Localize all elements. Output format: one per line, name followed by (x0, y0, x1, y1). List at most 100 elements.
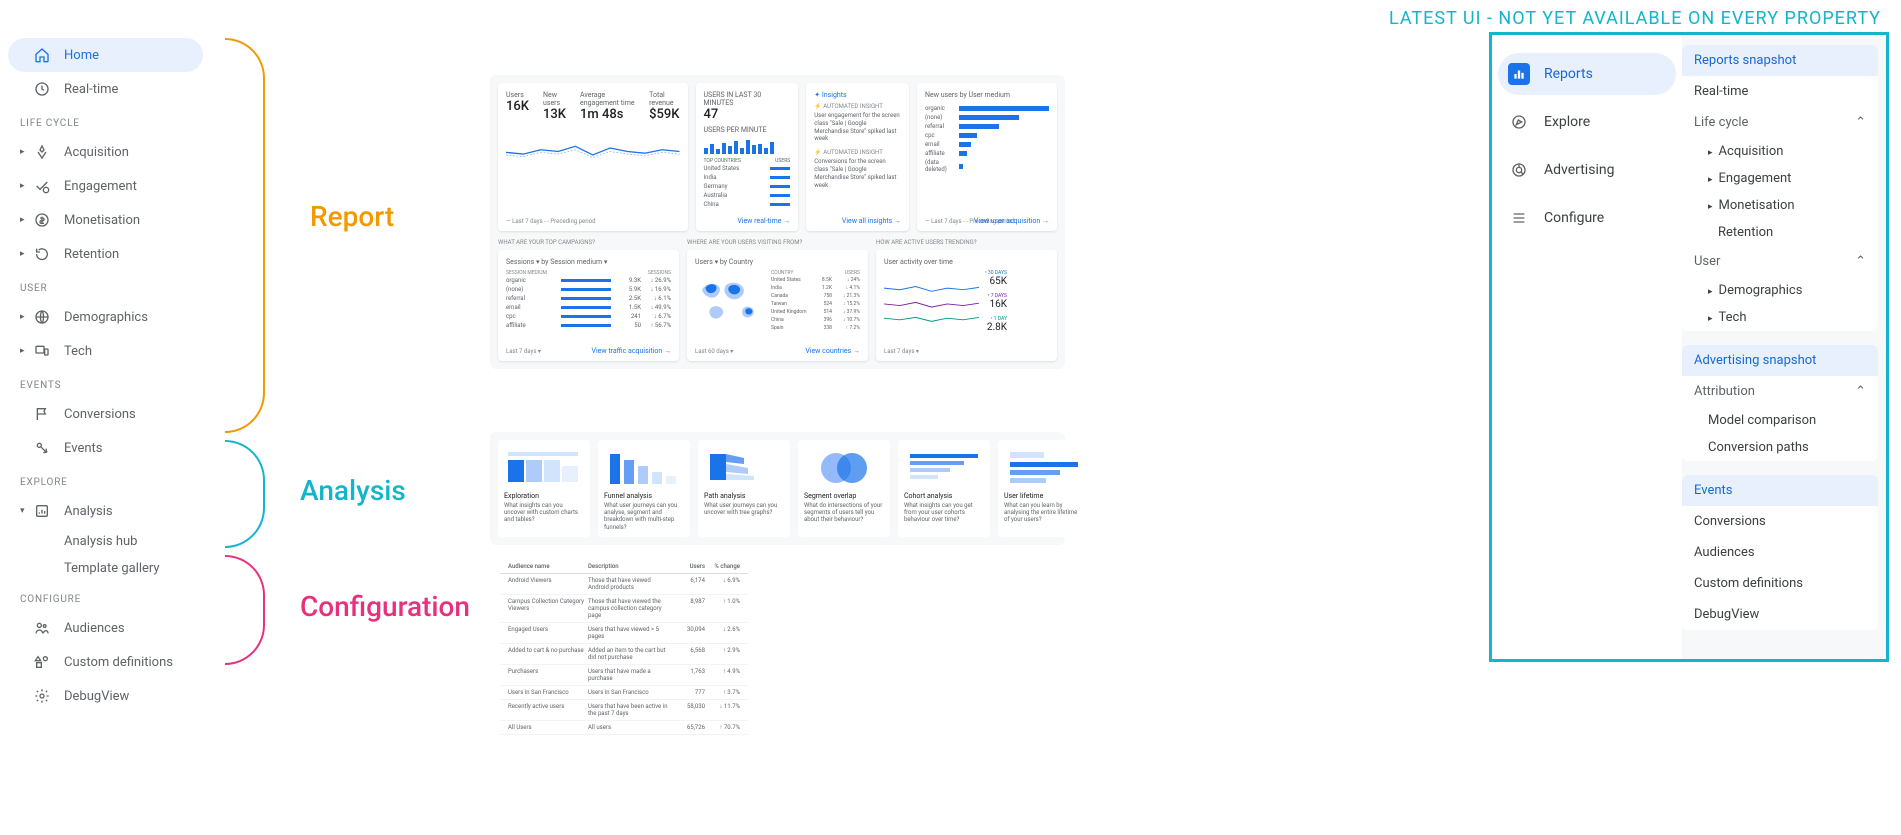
sub-item-audiences[interactable]: Audiences (1682, 537, 1878, 568)
engagement-icon (32, 176, 52, 196)
sidebar-item-demographics[interactable]: ▸ Demographics (8, 300, 203, 334)
sidebar-subitem-analysis-hub[interactable]: Analysis hub (8, 528, 203, 555)
sparkline-chart (506, 128, 680, 168)
caret-icon: ▸ (1708, 175, 1713, 185)
sub-item-conversion-paths[interactable]: Conversion paths (1682, 434, 1878, 461)
session-row: organic9.3K↓ 26.9% (506, 276, 671, 285)
main-nav-advertising[interactable]: Advertising (1498, 149, 1676, 191)
sub-item-monetisation[interactable]: ▸Monetisation (1682, 192, 1878, 219)
analysis-card[interactable]: Cohort analysisWhat insights can you get… (898, 440, 990, 537)
sub-group-attribution[interactable]: Attribution ⌃ (1682, 376, 1878, 407)
sidebar-item-label: Home (64, 48, 99, 63)
sub-item-custom-definitions[interactable]: Custom definitions (1682, 568, 1878, 599)
sub-head-reports-snapshot[interactable]: Reports snapshot (1682, 45, 1878, 76)
sub-item-demographics[interactable]: ▸Demographics (1682, 277, 1878, 304)
megaphone-icon (1508, 159, 1530, 181)
devices-icon (32, 341, 52, 361)
latest-ui-panel: Reports Explore Advertising Configure Re… (1489, 32, 1889, 662)
sub-item-conversions[interactable]: Conversions (1682, 506, 1878, 537)
view-realtime-link[interactable]: View real-time → (737, 217, 790, 225)
analysis-card[interactable]: Segment overlapWhat do intersections of … (798, 440, 890, 537)
analysis-card[interactable]: Funnel analysisWhat user journeys can yo… (598, 440, 690, 537)
config-row: Campus Collection Category ViewersThose … (500, 595, 748, 623)
caret-down-icon: ▾ (20, 506, 28, 516)
chevron-up-icon: ⌃ (1855, 384, 1866, 399)
geo-row: Canada758↓ 21.3% (771, 292, 860, 300)
sidebar-item-tech[interactable]: ▸ Tech (8, 334, 203, 368)
list-icon (1508, 207, 1530, 229)
sub-item-engagement[interactable]: ▸Engagement (1682, 165, 1878, 192)
metric: Total revenue$59K (649, 91, 679, 122)
sub-group-lifecycle[interactable]: Life cycle ⌃ (1682, 107, 1878, 138)
bracket-analysis (225, 440, 265, 548)
caret-icon: ▸ (1708, 148, 1713, 158)
nav-label: Reports (1544, 66, 1593, 82)
globe-icon (32, 307, 52, 327)
acquisition-bar-row: referral (925, 123, 1049, 130)
main-nav-reports[interactable]: Reports (1498, 53, 1676, 95)
sidebar-item-events[interactable]: Events (8, 431, 203, 465)
country-row: India (704, 173, 791, 182)
view-insights-link[interactable]: View all insights → (842, 217, 901, 225)
config-row: Recently active usersUsers that have bee… (500, 700, 748, 721)
sessions-card: Sessions ▾ by Session medium ▾ SESSION M… (498, 250, 679, 361)
realtime-card: USERS IN LAST 30 MINUTES 47 USERS PER MI… (696, 83, 799, 231)
caret-icon: ▸ (20, 249, 28, 259)
view-traffic-link[interactable]: View traffic acquisition → (591, 347, 671, 355)
config-row: PurchasersUsers that have made a purchas… (500, 665, 748, 686)
analysis-card[interactable]: User lifetimeWhat can you learn by analy… (998, 440, 1090, 537)
sidebar-item-acquisition[interactable]: ▸ Acquisition (8, 135, 203, 169)
sidebar-item-monetisation[interactable]: ▸ Monetisation (8, 203, 203, 237)
sidebar-item-retention[interactable]: ▸ Retention (8, 237, 203, 271)
label-report: Report (310, 200, 394, 233)
sidebar-item-realtime[interactable]: Real-time (8, 72, 203, 106)
caret-icon: ▸ (1708, 287, 1713, 297)
country-row: Australia (704, 191, 791, 200)
analysis-card[interactable]: ExplorationWhat insights can you uncover… (498, 440, 590, 537)
label-analysis: Analysis (300, 474, 406, 507)
sub-section-advertising: Advertising snapshot Attribution ⌃ Model… (1682, 345, 1878, 461)
view-acquisition-link[interactable]: View user acquisition → (974, 217, 1049, 225)
analysis-icon (32, 501, 52, 521)
sidebar-subitem-template-gallery[interactable]: Template gallery (8, 555, 203, 582)
sub-head-events[interactable]: Events (1682, 475, 1878, 506)
section-configure: CONFIGURE (8, 582, 203, 611)
config-preview: Audience name Description Users % change… (500, 560, 748, 735)
sub-item-acquisition[interactable]: ▸Acquisition (1682, 138, 1878, 165)
sub-group-user[interactable]: User ⌃ (1682, 246, 1878, 277)
caret-icon: ▸ (20, 312, 28, 322)
activity-chart (884, 270, 979, 330)
view-countries-link[interactable]: View countries → (805, 347, 860, 355)
main-nav-configure[interactable]: Configure (1498, 197, 1676, 239)
sub-section-reports: Reports snapshot Real-time Life cycle ⌃ … (1682, 45, 1878, 331)
sidebar-item-debugview[interactable]: DebugView (8, 679, 203, 713)
country-row: United States (704, 164, 791, 173)
sidebar-item-engagement[interactable]: ▸ Engagement (8, 169, 203, 203)
report-preview: Users16K New users13K Average engagement… (490, 75, 1065, 369)
bracket-configuration (225, 555, 265, 665)
geo-row: United States8.5K↓ 24% (771, 276, 860, 284)
acquisition-bar-row: affiliate (925, 150, 1049, 157)
sidebar-item-home[interactable]: Home (8, 38, 203, 72)
chevron-up-icon: ⌃ (1855, 254, 1866, 269)
sub-item-tech[interactable]: ▸Tech (1682, 304, 1878, 331)
sub-item-model-comparison[interactable]: Model comparison (1682, 407, 1878, 434)
metric: New users13K (543, 91, 566, 122)
acquisition-icon (32, 142, 52, 162)
sidebar-item-conversions[interactable]: Conversions (8, 397, 203, 431)
acquisition-bar-row: cpc (925, 132, 1049, 139)
sidebar-item-custom-definitions[interactable]: Custom definitions (8, 645, 203, 679)
sidebar-item-label: Real-time (64, 82, 118, 97)
sidebar-item-analysis[interactable]: ▾ Analysis (8, 494, 203, 528)
sub-item-realtime[interactable]: Real-time (1682, 76, 1878, 107)
sub-item-retention[interactable]: Retention (1682, 219, 1878, 246)
bar-chart-icon (1508, 63, 1530, 85)
analysis-card[interactable]: Path analysisWhat user journeys can you … (698, 440, 790, 537)
main-nav-explore[interactable]: Explore (1498, 101, 1676, 143)
bracket-report (225, 38, 265, 433)
sub-section-events: Events Conversions Audiences Custom defi… (1682, 475, 1878, 630)
sub-head-advertising-snapshot[interactable]: Advertising snapshot (1682, 345, 1878, 376)
flag-icon (32, 404, 52, 424)
sidebar-item-audiences[interactable]: Audiences (8, 611, 203, 645)
sub-item-debugview[interactable]: DebugView (1682, 599, 1878, 630)
